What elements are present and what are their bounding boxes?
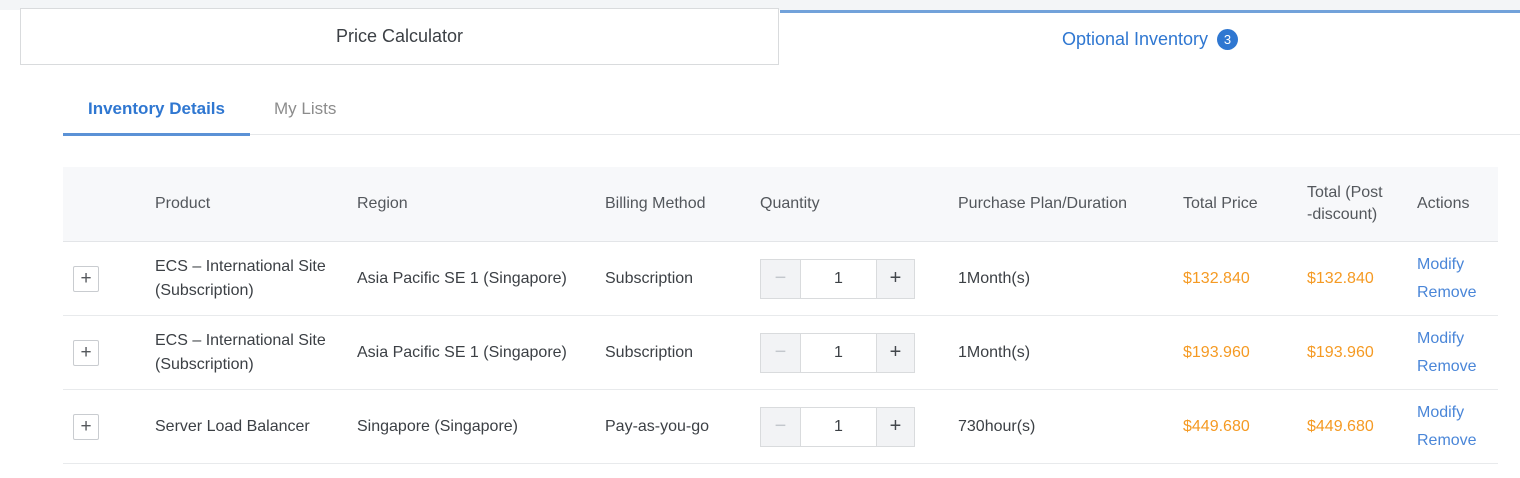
minus-icon: − bbox=[775, 412, 787, 441]
header-product: Product bbox=[155, 192, 357, 215]
purchase-plan-cell: 1Month(s) bbox=[958, 267, 1183, 290]
total-price-cell: $449.680 bbox=[1183, 415, 1307, 438]
increase-quantity-button[interactable]: + bbox=[876, 260, 914, 298]
remove-link[interactable]: Remove bbox=[1417, 280, 1480, 305]
increase-quantity-button[interactable]: + bbox=[876, 334, 914, 372]
row-expand-cell: + bbox=[63, 266, 155, 292]
region-cell: Asia Pacific SE 1 (Singapore) bbox=[357, 341, 605, 364]
region-cell: Asia Pacific SE 1 (Singapore) bbox=[357, 267, 605, 290]
quantity-stepper: − 1 + bbox=[760, 407, 915, 447]
modify-link[interactable]: Modify bbox=[1417, 326, 1480, 351]
table-row: + ECS – International Site (Subscription… bbox=[63, 316, 1498, 390]
tab-optional-inventory-label: Optional Inventory bbox=[1062, 29, 1208, 50]
quantity-cell: − 1 + bbox=[760, 259, 958, 299]
inventory-table: Product Region Billing Method Quantity P… bbox=[63, 167, 1498, 464]
remove-link[interactable]: Remove bbox=[1417, 354, 1480, 379]
billing-method-cell: Subscription bbox=[605, 267, 760, 290]
plus-icon: + bbox=[80, 417, 91, 436]
header-actions: Actions bbox=[1417, 192, 1498, 215]
header-total-post-discount: Total (Post-discount) bbox=[1307, 182, 1417, 226]
quantity-stepper: − 1 + bbox=[760, 259, 915, 299]
decrease-quantity-button[interactable]: − bbox=[761, 260, 801, 298]
total-post-discount-cell: $132.840 bbox=[1307, 267, 1417, 290]
minus-icon: − bbox=[775, 338, 787, 367]
total-post-discount-cell: $449.680 bbox=[1307, 415, 1417, 438]
tab-price-calculator-label: Price Calculator bbox=[336, 26, 463, 47]
product-cell: ECS – International Site (Subscription) bbox=[155, 329, 357, 375]
optional-inventory-screen: Price Calculator Optional Inventory 3 In… bbox=[0, 0, 1520, 478]
row-expand-cell: + bbox=[63, 414, 155, 440]
total-post-discount-cell: $193.960 bbox=[1307, 341, 1417, 364]
quantity-stepper: − 1 + bbox=[760, 333, 915, 373]
table-row: + ECS – International Site (Subscription… bbox=[63, 242, 1498, 316]
tab-optional-inventory[interactable]: Optional Inventory 3 bbox=[780, 10, 1520, 65]
quantity-cell: − 1 + bbox=[760, 333, 958, 373]
plus-icon: + bbox=[890, 412, 902, 441]
quantity-cell: − 1 + bbox=[760, 407, 958, 447]
plus-icon: + bbox=[80, 343, 91, 362]
quantity-input[interactable]: 1 bbox=[801, 334, 876, 372]
modify-link[interactable]: Modify bbox=[1417, 400, 1480, 425]
table-header-row: Product Region Billing Method Quantity P… bbox=[63, 167, 1498, 242]
expand-row-button[interactable]: + bbox=[73, 266, 99, 292]
minus-icon: − bbox=[775, 264, 787, 293]
subtabs: Inventory Details My Lists bbox=[63, 84, 1520, 135]
subtab-my-lists-label: My Lists bbox=[274, 99, 336, 119]
expand-row-button[interactable]: + bbox=[73, 340, 99, 366]
plus-icon: + bbox=[890, 264, 902, 293]
billing-method-cell: Subscription bbox=[605, 341, 760, 364]
purchase-plan-cell: 1Month(s) bbox=[958, 341, 1183, 364]
header-quantity: Quantity bbox=[760, 192, 958, 215]
actions-cell: Modify Remove bbox=[1417, 400, 1498, 453]
product-cell: Server Load Balancer bbox=[155, 415, 357, 438]
tab-price-calculator[interactable]: Price Calculator bbox=[20, 8, 779, 65]
subtab-inventory-details[interactable]: Inventory Details bbox=[63, 84, 250, 134]
quantity-input[interactable]: 1 bbox=[801, 408, 876, 446]
remove-link[interactable]: Remove bbox=[1417, 428, 1480, 453]
header-total-price: Total Price bbox=[1183, 192, 1307, 215]
plus-icon: + bbox=[890, 338, 902, 367]
row-expand-cell: + bbox=[63, 340, 155, 366]
header-purchase-plan: Purchase Plan/Duration bbox=[958, 192, 1183, 215]
purchase-plan-cell: 730hour(s) bbox=[958, 415, 1183, 438]
decrease-quantity-button[interactable]: − bbox=[761, 408, 801, 446]
subtab-inventory-details-label: Inventory Details bbox=[88, 99, 225, 119]
header-region: Region bbox=[357, 192, 605, 215]
modify-link[interactable]: Modify bbox=[1417, 252, 1480, 277]
product-cell: ECS – International Site (Subscription) bbox=[155, 255, 357, 301]
billing-method-cell: Pay-as-you-go bbox=[605, 415, 760, 438]
inventory-count-badge: 3 bbox=[1217, 29, 1238, 50]
subtab-my-lists[interactable]: My Lists bbox=[270, 84, 340, 134]
header-billing-method: Billing Method bbox=[605, 192, 760, 215]
actions-cell: Modify Remove bbox=[1417, 326, 1498, 379]
increase-quantity-button[interactable]: + bbox=[876, 408, 914, 446]
region-cell: Singapore (Singapore) bbox=[357, 415, 605, 438]
plus-icon: + bbox=[80, 269, 91, 288]
decrease-quantity-button[interactable]: − bbox=[761, 334, 801, 372]
total-price-cell: $193.960 bbox=[1183, 341, 1307, 364]
quantity-input[interactable]: 1 bbox=[801, 260, 876, 298]
subtabs-bar: Inventory Details My Lists bbox=[63, 84, 1520, 135]
expand-row-button[interactable]: + bbox=[73, 414, 99, 440]
actions-cell: Modify Remove bbox=[1417, 252, 1498, 305]
total-price-cell: $132.840 bbox=[1183, 267, 1307, 290]
table-row: + Server Load Balancer Singapore (Singap… bbox=[63, 390, 1498, 464]
